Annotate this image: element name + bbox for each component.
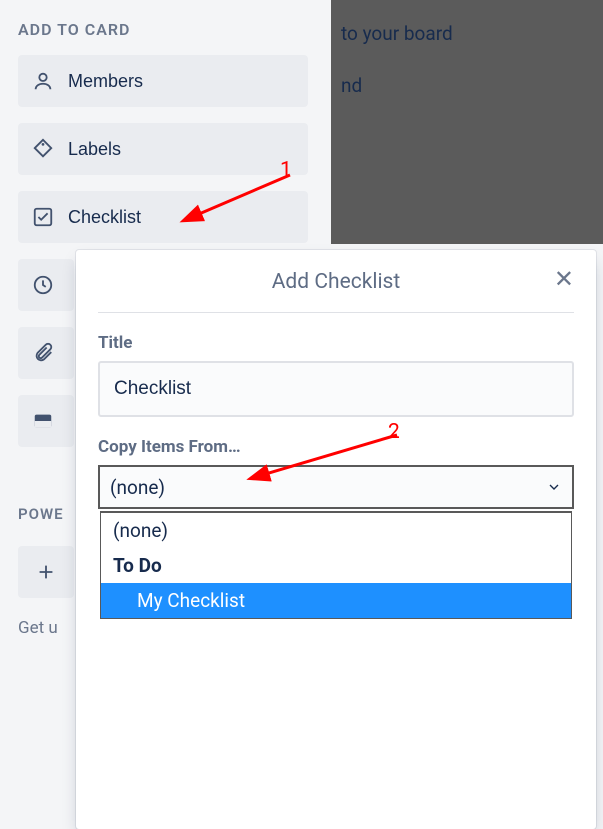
checklist-label: Checklist: [68, 207, 141, 228]
add-powerup-button[interactable]: [18, 546, 74, 598]
dates-button[interactable]: [18, 259, 74, 311]
powerups-heading: POWE: [18, 505, 64, 523]
members-label: Members: [68, 71, 143, 92]
background-text-2: nd: [341, 74, 362, 97]
close-button[interactable]: ✕: [554, 268, 574, 292]
checklist-title-input[interactable]: [98, 361, 574, 417]
copy-items-label: Copy Items From…: [98, 437, 574, 457]
cover-icon: [32, 410, 54, 432]
dropdown-list: (none) To Do My Checklist: [100, 511, 572, 619]
popover-title: Add Checklist: [272, 270, 401, 294]
title-label: Title: [98, 333, 574, 353]
clock-icon: [32, 274, 54, 296]
plus-icon: [35, 561, 57, 583]
add-checklist-popover: Add Checklist ✕ Title Copy Items From… (…: [76, 250, 596, 829]
paperclip-icon: [32, 342, 54, 364]
background-panel: to your board nd: [331, 0, 603, 244]
checklist-button[interactable]: Checklist: [18, 191, 308, 243]
background-text-1: to your board: [341, 22, 453, 45]
attachment-button[interactable]: [18, 327, 74, 379]
tag-icon: [32, 138, 54, 160]
checkbox-icon: [32, 206, 54, 228]
bottom-truncated-text: Get u: [18, 618, 58, 638]
chevron-down-icon: [546, 479, 562, 495]
close-icon: ✕: [554, 266, 574, 293]
labels-label: Labels: [68, 139, 121, 160]
members-button[interactable]: Members: [18, 55, 308, 107]
option-group-todo: To Do: [101, 548, 571, 583]
add-to-card-heading: ADD TO CARD: [18, 20, 302, 39]
option-none[interactable]: (none): [101, 513, 571, 548]
option-my-checklist[interactable]: My Checklist: [101, 583, 571, 618]
labels-button[interactable]: Labels: [18, 123, 308, 175]
select-value: (none): [110, 476, 165, 499]
person-icon: [32, 70, 54, 92]
cover-button[interactable]: [18, 395, 74, 447]
copy-items-select[interactable]: (none) (none) To Do My Checklist: [98, 465, 574, 509]
